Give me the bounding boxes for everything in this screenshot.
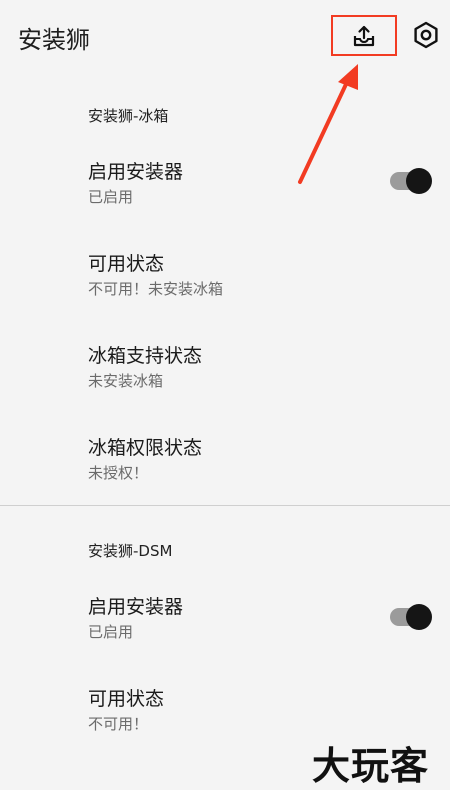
- section-header-dsm: 安装狮-DSM: [88, 542, 173, 560]
- item-title: 冰箱支持状态: [88, 345, 203, 367]
- upload-button[interactable]: [331, 15, 397, 56]
- item-subtitle: 不可用！未安装冰箱: [88, 280, 224, 298]
- list-item-enable-installer[interactable]: 启用安装器 已启用: [88, 160, 428, 207]
- item-title: 启用安装器: [88, 161, 184, 183]
- list-item-enable-installer-dsm[interactable]: 启用安装器 已启用: [88, 595, 428, 642]
- item-title: 可用状态: [88, 253, 165, 275]
- app-title: 安装狮: [18, 26, 90, 54]
- item-subtitle: 未安装冰箱: [88, 372, 164, 390]
- item-title: 可用状态: [88, 688, 165, 710]
- list-item-availability-dsm[interactable]: 可用状态 不可用！: [88, 687, 428, 734]
- switch-thumb: [406, 168, 432, 194]
- enable-installer-dsm-switch[interactable]: [388, 602, 434, 632]
- item-subtitle: 未授权！: [88, 464, 149, 482]
- switch-thumb: [406, 604, 432, 630]
- settings-hex-icon: [414, 21, 438, 49]
- item-subtitle: 不可用！: [88, 715, 149, 733]
- enable-installer-switch[interactable]: [388, 166, 434, 196]
- item-title: 冰箱权限状态: [88, 437, 203, 459]
- list-item-availability[interactable]: 可用状态 不可用！未安装冰箱: [88, 252, 428, 299]
- list-item-fridge-permission[interactable]: 冰箱权限状态 未授权！: [88, 436, 428, 483]
- app-bar: 安装狮: [0, 0, 450, 76]
- section-header-fridge: 安装狮-冰箱: [88, 107, 169, 125]
- upload-tray-icon: [353, 25, 375, 46]
- watermark-logo: 大玩客: [312, 744, 430, 788]
- item-title: 启用安装器: [88, 596, 184, 618]
- item-subtitle: 已启用: [88, 623, 134, 641]
- list-item-fridge-support[interactable]: 冰箱支持状态 未安装冰箱: [88, 344, 428, 391]
- item-subtitle: 已启用: [88, 188, 134, 206]
- settings-button[interactable]: [408, 17, 444, 53]
- section-divider: [0, 505, 450, 506]
